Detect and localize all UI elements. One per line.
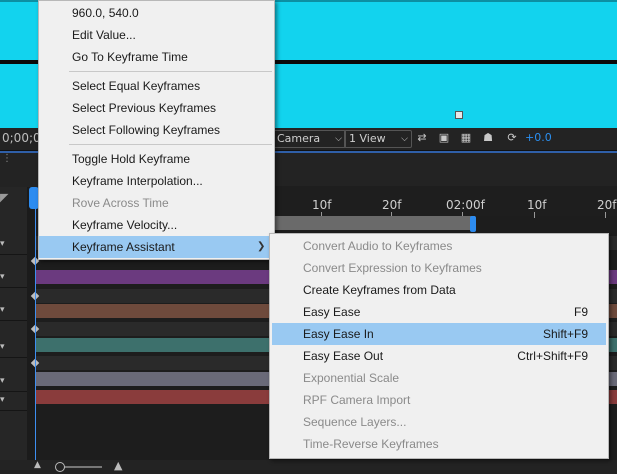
chevron-down-icon[interactable]: ▾ [0,272,5,282]
menu-item-select-equal-keyframes[interactable]: Select Equal Keyframes [39,75,274,97]
menu-item-edit-value[interactable]: Edit Value... [39,24,274,46]
panel-grip-icon: ⋮ [2,153,12,164]
zoom-in-icon[interactable]: ▲ [114,459,122,472]
reset-exposure-icon[interactable]: ⟳ [505,131,519,145]
zoom-out-icon[interactable]: ▲ [34,460,41,470]
submenu-item-exponential-scale: Exponential Scale [270,367,608,389]
shortcut-label: Ctrl+Shift+F9 [517,349,588,363]
menu-item-label: Keyframe Velocity... [72,218,178,232]
submenu-item-convert-expression: Convert Expression to Keyframes [270,257,608,279]
ruler-tick [534,212,535,218]
submenu-item-label: Convert Expression to Keyframes [303,261,482,275]
submenu-item-easy-ease-out[interactable]: Easy Ease Out Ctrl+Shift+F9 [270,345,608,367]
ruler-label: 10f [312,198,332,212]
menu-item-label: 960.0, 540.0 [72,6,139,20]
submenu-item-label: Create Keyframes from Data [303,283,456,297]
chevron-down-icon[interactable]: ▾ [0,342,5,352]
menu-item-label: Select Equal Keyframes [72,79,201,93]
menu-item-label: Toggle Hold Keyframe [72,152,191,166]
menu-item-label: Keyframe Interpolation... [72,174,203,188]
chevron-down-icon[interactable]: ▾ [0,305,5,315]
menu-separator [69,71,272,72]
ruler-label: 10f [527,198,547,212]
menu-item-rove-across-time: Rove Across Time [39,192,274,214]
keyframe-assistant-submenu: Convert Audio to Keyframes Convert Expre… [269,233,609,459]
submenu-item-label: Sequence Layers... [303,415,407,429]
submenu-item-label: Time-Reverse Keyframes [303,437,439,451]
graph-editor-icon[interactable]: ◤ [0,191,8,204]
menu-item-label: Edit Value... [72,28,136,42]
menu-item-label: Go To Keyframe Time [72,50,188,64]
menu-item-toggle-hold-keyframe[interactable]: Toggle Hold Keyframe [39,148,274,170]
menu-item-select-following-keyframes[interactable]: Select Following Keyframes [39,119,274,141]
playhead[interactable] [35,187,36,474]
timeline-bottom-bar: ▲ ▲ [0,459,617,474]
view-layout-label: 1 View [349,132,386,145]
submenu-item-label: RPF Camera Import [303,393,411,407]
camera-dropdown-label: Camera [277,132,321,145]
layer-row[interactable]: ▾ [0,300,27,321]
chevron-down-icon: ⌵ [401,134,408,144]
menu-item-go-to-keyframe-time[interactable]: Go To Keyframe Time [39,46,274,68]
submenu-item-easy-ease-in[interactable]: Easy Ease In Shift+F9 [272,323,606,345]
chevron-down-icon[interactable]: ▾ [0,239,5,249]
layer-row[interactable]: ▾ [0,390,27,411]
submenu-item-rpf-camera-import: RPF Camera Import [270,389,608,411]
menu-item-value[interactable]: 960.0, 540.0 [39,2,274,24]
submenu-item-label: Exponential Scale [303,371,400,385]
fast-previews-icon[interactable]: ▣ [437,131,451,145]
menu-item-keyframe-assistant[interactable]: Keyframe Assistant ❯ [39,236,274,258]
flowchart-icon[interactable]: ☗ [481,131,495,145]
menu-item-label: Keyframe Assistant [72,240,175,254]
menu-item-keyframe-interpolation[interactable]: Keyframe Interpolation... [39,170,274,192]
exposure-value[interactable]: +0.0 [525,131,552,144]
transparency-grid-icon[interactable]: ▦ [459,131,473,145]
submenu-item-label: Easy Ease In [303,327,374,341]
submenu-item-label: Easy Ease [303,305,361,319]
submenu-item-label: Easy Ease Out [303,349,384,363]
shortcut-label: Shift+F9 [542,327,588,341]
submenu-item-time-reverse-keyframes: Time-Reverse Keyframes [270,433,608,455]
layer-row[interactable]: ▾ [0,267,27,288]
submenu-item-label: Convert Audio to Keyframes [303,239,453,253]
layer-row[interactable]: ▾ [0,371,27,392]
submenu-item-sequence-layers: Sequence Layers... [270,411,608,433]
layer-switches-column: ◤ ▾ ▾ ▾ ▾ ▾ ▾ [0,187,27,474]
anchor-point-handle[interactable] [455,111,463,119]
menu-item-label: Rove Across Time [72,196,169,210]
menu-item-label: Select Following Keyframes [72,123,221,137]
chevron-down-icon: ⌵ [335,134,342,144]
menu-separator [69,144,272,145]
chevron-down-icon[interactable]: ▾ [0,376,5,386]
work-area-bar[interactable] [270,216,475,230]
menu-item-keyframe-velocity[interactable]: Keyframe Velocity... [39,214,274,236]
submenu-item-easy-ease[interactable]: Easy Ease F9 [270,301,608,323]
submenu-arrow-icon: ❯ [257,241,266,252]
menu-item-select-previous-keyframes[interactable]: Select Previous Keyframes [39,97,274,119]
toggle-pixel-aspect-icon[interactable]: ⇄ [415,131,429,145]
view-layout-dropdown[interactable]: 1 View ⌵ [344,130,412,148]
shortcut-label: F9 [573,305,588,319]
ruler-label: 02:00f [446,198,485,212]
submenu-item-convert-audio: Convert Audio to Keyframes [270,235,608,257]
menu-item-label: Select Previous Keyframes [72,101,217,115]
ruler-tick [605,212,606,218]
layer-row[interactable]: ▾ [0,337,27,358]
submenu-item-create-keyframes-from-data[interactable]: Create Keyframes from Data [270,279,608,301]
ruler-label: 20f [597,198,617,212]
work-area-end-handle[interactable] [470,216,476,232]
ruler-label: 20f [382,198,402,212]
zoom-slider-thumb[interactable] [55,462,65,472]
keyframe-context-menu: 960.0, 540.0 Edit Value... Go To Keyfram… [38,0,275,260]
layer-row[interactable]: ▾ [0,234,27,255]
chevron-down-icon[interactable]: ▾ [0,395,5,405]
camera-dropdown[interactable]: Camera ⌵ [272,130,346,148]
